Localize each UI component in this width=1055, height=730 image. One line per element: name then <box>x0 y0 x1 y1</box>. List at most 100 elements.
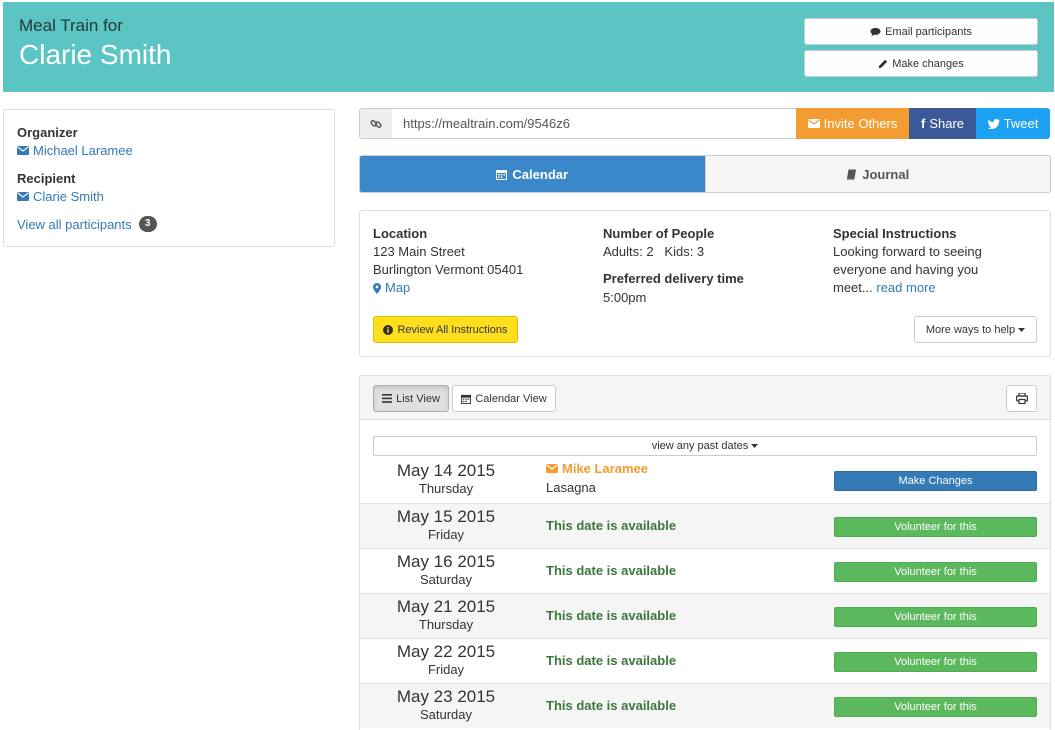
volunteer-name: Mike Laramee <box>562 461 648 476</box>
email-participants-button[interactable]: Email participants <box>804 18 1038 45</box>
make-changes-button[interactable]: Make changes <box>804 50 1038 77</box>
envelope-icon <box>807 119 820 128</box>
address-line1: 123 Main Street <box>373 244 465 259</box>
volunteer-button[interactable]: Volunteer for this <box>834 517 1037 537</box>
row-date: May 14 2015 <box>396 461 496 480</box>
participant-count-badge: 3 <box>138 216 157 232</box>
row-weekday: Thursday <box>418 617 474 632</box>
signup-list-panel: List View Calendar View view any past da… <box>359 375 1051 730</box>
calendar-view-button[interactable]: Calendar View <box>452 385 556 412</box>
row-date: May 16 2015 <box>396 552 496 571</box>
tab-journal[interactable]: Journal <box>704 156 1050 192</box>
meal-description: Lasagna <box>546 480 596 495</box>
calendar-view-label: Calendar View <box>475 392 547 405</box>
envelope-icon <box>17 146 29 155</box>
past-dates-label: view any past dates <box>651 440 749 452</box>
page-header: Meal Train for Clarie Smith Email partic… <box>3 2 1054 92</box>
share-label: Share <box>929 116 965 131</box>
tab-calendar-label: Calendar <box>512 166 569 182</box>
review-instructions-button[interactable]: Review All Instructions <box>373 316 518 343</box>
booked-date-row: May 14 2015 Thursday Mike Laramee Lasagn… <box>360 458 1050 503</box>
organizer-name: Michael Laramee <box>33 143 133 158</box>
more-ways-to-help-button[interactable]: More ways to help <box>914 316 1037 343</box>
header-pretitle: Meal Train for <box>19 16 123 35</box>
page-title: Clarie Smith <box>19 39 172 70</box>
row-date: May 23 2015 <box>396 687 496 706</box>
list-view-label: List View <box>396 392 440 405</box>
available-date-row: May 16 2015 Saturday This date is availa… <box>360 548 1050 593</box>
print-button[interactable] <box>1006 385 1037 412</box>
make-changes-label: Make changes <box>892 57 964 70</box>
link-addon <box>359 108 393 139</box>
instructions-line2: everyone and having you <box>833 262 979 277</box>
info-circle-icon <box>383 324 394 335</box>
calendar-icon <box>461 394 472 404</box>
tab-journal-label: Journal <box>862 166 910 182</box>
instructions-line1: Looking forward to seeing <box>833 244 982 259</box>
calendar-icon <box>496 169 508 180</box>
organizer-link[interactable]: Michael Laramee <box>17 143 133 158</box>
location-heading: Location <box>373 226 428 241</box>
volunteer-button[interactable]: Volunteer for this <box>834 697 1037 717</box>
row-date: May 22 2015 <box>396 642 496 661</box>
view-tabs: Calendar Journal <box>359 155 1051 193</box>
train-details-panel: Location 123 Main Street Burlington Verm… <box>359 210 1051 357</box>
facebook-share-button[interactable]: f Share <box>909 108 976 139</box>
train-url-input[interactable] <box>392 108 797 139</box>
organizer-heading: Organizer <box>17 125 78 140</box>
available-date-row: May 23 2015 Saturday This date is availa… <box>360 683 1050 728</box>
delivery-heading: Preferred delivery time <box>603 271 744 286</box>
instructions-line3: meet... read more <box>833 279 936 297</box>
list-toolbar: List View Calendar View <box>360 376 1050 420</box>
available-date-row: May 22 2015 Friday This date is availabl… <box>360 638 1050 683</box>
row-weekday: Thursday <box>418 481 474 496</box>
address-line2: Burlington Vermont 05401 <box>373 262 524 277</box>
review-instructions-label: Review All Instructions <box>397 323 508 336</box>
map-link[interactable]: Map <box>373 279 410 297</box>
envelope-icon <box>17 192 29 201</box>
share-bar: Invite Others f Share Tweet <box>359 108 1050 139</box>
people-count: Adults: 2 Kids: 3 <box>603 244 705 259</box>
caret-down-icon <box>751 444 759 448</box>
view-all-participants-link[interactable]: View all participants 3 <box>17 216 157 232</box>
make-changes-signup-button[interactable]: Make Changes <box>834 471 1037 491</box>
volunteer-button[interactable]: Volunteer for this <box>834 607 1037 627</box>
row-weekday: Saturday <box>419 707 473 722</box>
people-heading: Number of People <box>603 226 715 241</box>
email-participants-label: Email participants <box>885 25 972 38</box>
volunteer-link[interactable]: Mike Laramee <box>546 461 648 476</box>
availability-text: This date is available <box>546 518 677 533</box>
recipient-heading: Recipient <box>17 171 76 186</box>
available-date-row: May 15 2015 Friday This date is availabl… <box>360 503 1050 548</box>
availability-text: This date is available <box>546 563 677 578</box>
pencil-icon <box>879 59 888 68</box>
row-weekday: Friday <box>427 527 465 542</box>
availability-text: This date is available <box>546 653 677 668</box>
volunteer-button[interactable]: Volunteer for this <box>834 562 1037 582</box>
book-icon <box>847 169 857 180</box>
invite-others-button[interactable]: Invite Others <box>796 108 909 139</box>
recipient-link[interactable]: Clarie Smith <box>17 189 104 204</box>
row-date: May 21 2015 <box>396 597 496 616</box>
print-icon <box>1015 393 1028 404</box>
view-past-dates-button[interactable]: view any past dates <box>373 436 1037 456</box>
tweet-label: Tweet <box>1003 116 1039 131</box>
list-view-button[interactable]: List View <box>373 385 449 412</box>
list-icon <box>382 394 393 403</box>
tab-calendar[interactable]: Calendar <box>360 156 705 192</box>
map-marker-icon <box>373 282 381 294</box>
comment-icon <box>870 27 881 36</box>
participants-panel: Organizer Michael Laramee Recipient Clar… <box>3 109 335 247</box>
tweet-button[interactable]: Tweet <box>976 108 1050 139</box>
read-more-link[interactable]: read more <box>876 280 935 295</box>
twitter-icon <box>987 118 1000 129</box>
volunteer-button[interactable]: Volunteer for this <box>834 652 1037 672</box>
instructions-heading: Special Instructions <box>833 226 957 241</box>
availability-text: This date is available <box>546 608 677 623</box>
view-all-participants-label: View all participants <box>17 216 132 232</box>
more-ways-label: More ways to help <box>925 323 1016 336</box>
recipient-name: Clarie Smith <box>33 189 104 204</box>
row-date: May 15 2015 <box>396 507 496 526</box>
delivery-time: 5:00pm <box>603 290 647 305</box>
available-date-row: May 21 2015 Thursday This date is availa… <box>360 593 1050 638</box>
